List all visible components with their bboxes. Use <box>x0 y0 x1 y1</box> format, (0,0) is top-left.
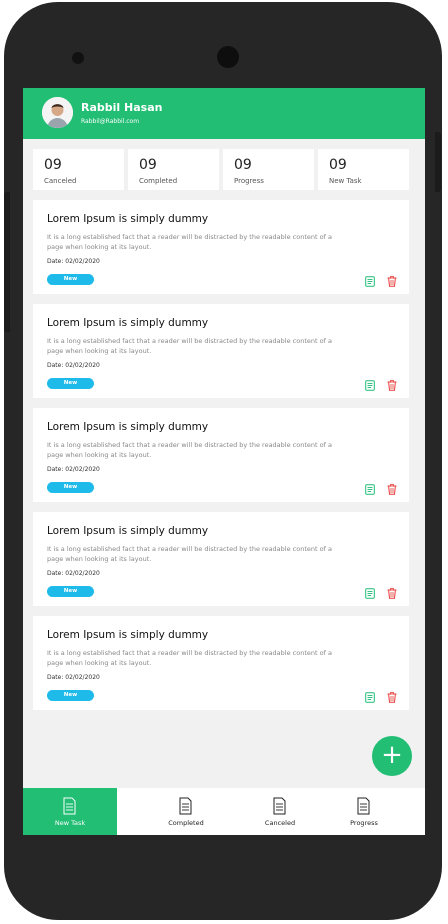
task-card[interactable]: Lorem Ipsum is simply dummy It is a long… <box>33 304 409 398</box>
task-description: It is a long established fact that a rea… <box>47 649 332 667</box>
stats-row: 09 Canceled 09 Completed 09 Progress 09 … <box>33 149 409 190</box>
stat-label: New Task <box>329 177 362 185</box>
document-icon <box>357 797 370 815</box>
task-date: Date: 02/02/2020 <box>47 570 100 577</box>
task-card[interactable]: Lorem Ipsum is simply dummy It is a long… <box>33 512 409 606</box>
add-task-button[interactable]: + <box>372 736 412 776</box>
nav-label: Progress <box>350 819 378 827</box>
stat-count: 09 <box>234 157 252 173</box>
nav-item-completed[interactable]: Completed <box>149 788 223 835</box>
task-date: Date: 02/02/2020 <box>47 674 100 681</box>
task-title: Lorem Ipsum is simply dummy <box>47 317 209 329</box>
stat-count: 09 <box>44 157 62 173</box>
stat-count: 09 <box>329 157 347 173</box>
task-title: Lorem Ipsum is simply dummy <box>47 213 209 225</box>
task-title: Lorem Ipsum is simply dummy <box>47 421 209 433</box>
volume-button <box>4 192 10 332</box>
stat-label: Canceled <box>44 177 77 185</box>
task-description: It is a long established fact that a rea… <box>47 441 332 459</box>
stat-card-canceled[interactable]: 09 Canceled <box>33 149 124 190</box>
task-title: Lorem Ipsum is simply dummy <box>47 525 209 537</box>
status-badge: New <box>47 586 94 597</box>
nav-label: Completed <box>168 819 204 827</box>
status-badge: New <box>47 274 94 285</box>
front-camera <box>217 46 239 68</box>
power-button <box>435 132 441 192</box>
document-icon <box>179 797 192 815</box>
task-date: Date: 02/02/2020 <box>47 258 100 265</box>
document-icon <box>63 797 76 815</box>
user-name: Rabbil Hasan <box>81 101 163 114</box>
stat-label: Progress <box>234 177 264 185</box>
task-description: It is a long established fact that a rea… <box>47 337 332 355</box>
stat-card-completed[interactable]: 09 Completed <box>128 149 219 190</box>
task-title: Lorem Ipsum is simply dummy <box>47 629 209 641</box>
document-icon <box>273 797 286 815</box>
edit-icon[interactable] <box>365 588 375 599</box>
app-header: Rabbil Hasan Rabbil@Rabbil.com <box>23 88 425 139</box>
bottom-nav: New Task Completed Canceled Progress <box>23 788 425 835</box>
task-card[interactable]: Lorem Ipsum is simply dummy It is a long… <box>33 200 409 294</box>
task-card[interactable]: Lorem Ipsum is simply dummy It is a long… <box>33 616 409 710</box>
task-card[interactable]: Lorem Ipsum is simply dummy It is a long… <box>33 408 409 502</box>
delete-icon[interactable] <box>387 276 397 287</box>
task-description: It is a long established fact that a rea… <box>47 545 332 563</box>
nav-item-canceled[interactable]: Canceled <box>243 788 317 835</box>
avatar[interactable] <box>42 97 73 128</box>
status-badge: New <box>47 690 94 701</box>
nav-label: New Task <box>54 819 86 827</box>
stat-card-progress[interactable]: 09 Progress <box>223 149 314 190</box>
nav-label: Canceled <box>264 819 296 827</box>
sensor-dot <box>72 52 84 64</box>
edit-icon[interactable] <box>365 380 375 391</box>
delete-icon[interactable] <box>387 380 397 391</box>
status-badge: New <box>47 378 94 389</box>
edit-icon[interactable] <box>365 276 375 287</box>
stat-count: 09 <box>139 157 157 173</box>
user-email: Rabbil@Rabbil.com <box>81 118 140 125</box>
nav-item-new-task[interactable]: New Task <box>23 788 117 835</box>
app-screen: Rabbil Hasan Rabbil@Rabbil.com 09 Cancel… <box>23 88 425 835</box>
stat-card-new-task[interactable]: 09 New Task <box>318 149 409 190</box>
task-date: Date: 02/02/2020 <box>47 362 100 369</box>
stat-label: Completed <box>139 177 178 185</box>
nav-item-progress[interactable]: Progress <box>327 788 401 835</box>
delete-icon[interactable] <box>387 484 397 495</box>
edit-icon[interactable] <box>365 692 375 703</box>
delete-icon[interactable] <box>387 588 397 599</box>
delete-icon[interactable] <box>387 692 397 703</box>
task-description: It is a long established fact that a rea… <box>47 233 332 251</box>
task-date: Date: 02/02/2020 <box>47 466 100 473</box>
status-badge: New <box>47 482 94 493</box>
edit-icon[interactable] <box>365 484 375 495</box>
